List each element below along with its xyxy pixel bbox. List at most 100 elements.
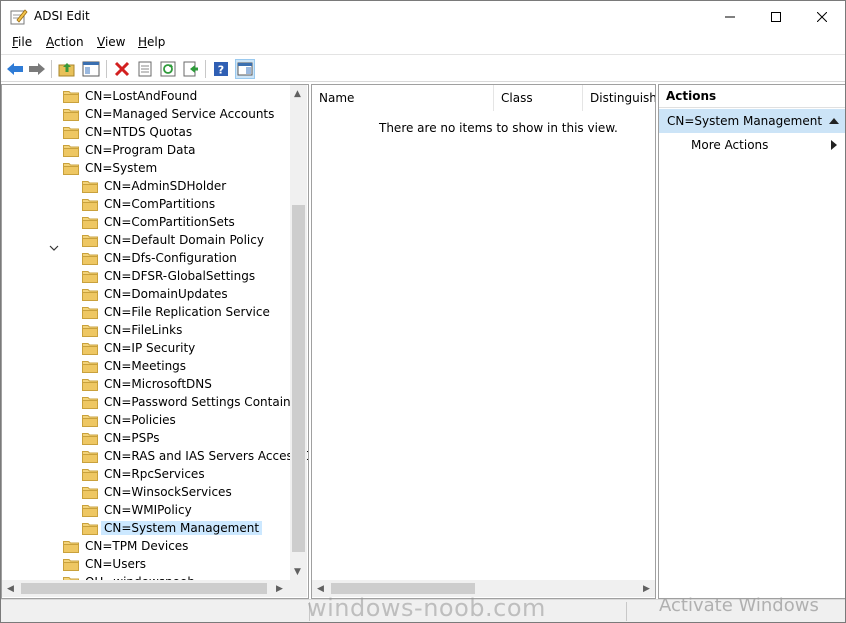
tree-item[interactable]: CN=Program Data [63,141,196,159]
folder-up-icon [58,63,75,77]
tree-item[interactable]: CN=System [63,159,157,177]
tree-item-label: CN=Program Data [85,143,196,157]
tree-vertical-scroll-thumb[interactable] [292,205,305,552]
list-horizontal-scroll-thumb[interactable] [331,583,475,594]
tree-item[interactable]: CN=ComPartitions [82,195,215,213]
help-button[interactable]: ? [211,59,231,79]
maximize-button[interactable] [753,1,799,32]
console-tree-pane[interactable]: OU=windowsnoobCN=UsersCN=TPM DevicesCN=S… [1,84,309,599]
folder-icon [82,216,98,229]
maximize-icon [771,11,781,22]
tree-item[interactable]: CN=LostAndFound [63,87,197,105]
help-icon: ? [214,62,228,77]
actions-group-header[interactable]: CN=System Management [659,109,845,133]
scroll-left-arrow-icon[interactable]: ◀ [317,584,324,594]
scroll-left-arrow-icon[interactable]: ◀ [7,584,14,594]
folder-icon [82,180,98,193]
tree-item-label: CN=File Replication Service [104,305,270,319]
scroll-right-arrow-icon[interactable]: ▶ [643,584,650,594]
tree-item[interactable]: CN=DomainUpdates [82,285,228,303]
column-header-name[interactable]: Name [312,85,494,111]
tree-item[interactable]: CN=Dfs-Configuration [82,249,237,267]
more-actions-item[interactable]: More Actions [691,138,768,152]
tree-item-label: CN=LostAndFound [85,89,198,103]
toolbar-separator [51,60,52,78]
tree-item[interactable]: CN=ComPartitionSets [82,213,235,231]
scroll-right-arrow-icon[interactable]: ▶ [276,584,283,594]
menu-action[interactable]: Action [46,35,84,49]
scroll-up-arrow-icon[interactable]: ▲ [294,89,301,99]
properties-button[interactable] [135,59,155,79]
tree-item[interactable]: CN=WMIPolicy [82,501,192,519]
folder-icon [82,306,98,319]
tree-item[interactable]: CN=WinsockServices [82,483,232,501]
folder-icon [82,468,98,481]
refresh-icon [160,61,176,77]
tree-item-label: CN=ComPartitionSets [104,215,235,229]
tree-item[interactable]: CN=RpcServices [82,465,205,483]
folder-icon [82,432,98,445]
collapse-up-icon[interactable] [829,117,839,125]
tree-item-label: CN=RAS and IAS Servers Access Ch [104,449,309,463]
folder-icon [82,252,98,265]
tree-item-label: CN=WMIPolicy [104,503,192,517]
tree-item[interactable]: CN=TPM Devices [63,537,188,555]
show-hide-console-tree-button[interactable] [81,59,101,79]
toolbar-separator [106,60,107,78]
show-hide-action-pane-button[interactable] [235,59,255,79]
up-one-level-button[interactable] [57,59,77,79]
folder-icon [63,108,79,121]
folder-icon [63,540,79,553]
folder-icon [63,90,79,103]
back-arrow-icon [7,63,23,75]
expand-chevron-icon[interactable] [49,243,59,253]
back-button[interactable] [5,59,25,79]
scroll-down-arrow-icon[interactable]: ▼ [294,567,301,577]
folder-icon [82,198,98,211]
forward-button[interactable] [27,59,47,79]
tree-horizontal-scroll-thumb[interactable] [21,583,267,594]
minimize-button[interactable] [707,1,753,32]
export-list-icon [183,61,198,77]
tree-item[interactable]: CN=Users [63,555,146,573]
tree-item[interactable]: CN=RAS and IAS Servers Access Ch [82,447,309,465]
menu-view[interactable]: View [97,35,125,49]
tree-item-label: CN=DFSR-GlobalSettings [104,269,256,283]
tree-item[interactable]: CN=Default Domain Policy [82,231,264,249]
actions-group-label: CN=System Management [667,114,823,128]
tree-item-label: CN=Managed Service Accounts [85,107,275,121]
tree-item-label: CN=Dfs-Configuration [104,251,237,265]
tree-item[interactable]: CN=PSPs [82,429,160,447]
tree-item[interactable]: CN=System Management [82,519,263,537]
title-bar[interactable]: ADSI Edit [1,1,845,32]
tree-item[interactable]: CN=NTDS Quotas [63,123,192,141]
tree-item-label: CN=AdminSDHolder [104,179,227,193]
tree-item[interactable]: CN=File Replication Service [82,303,270,321]
tree-item[interactable]: CN=Policies [82,411,176,429]
export-list-button[interactable] [181,59,201,79]
delete-button[interactable] [112,59,132,79]
tree-item[interactable]: CN=Meetings [82,357,186,375]
tree-item[interactable]: CN=IP Security [82,339,195,357]
tree-item[interactable]: CN=Managed Service Accounts [63,105,274,123]
adsi-edit-window: ADSI Edit File Action View Help ? CN=Use… [0,0,846,623]
menu-help[interactable]: Help [138,35,165,49]
menu-file[interactable]: File [12,35,32,49]
column-header-distinguished-name[interactable]: Distinguishe [583,85,655,111]
folder-icon [82,324,98,337]
column-header-class[interactable]: Class [494,85,583,111]
delete-x-icon [114,61,130,77]
tree-item[interactable]: CN=FileLinks [82,321,182,339]
refresh-button[interactable] [158,59,178,79]
tree-item-label: CN=WinsockServices [104,485,232,499]
tree-item[interactable]: CN=AdminSDHolder [82,177,226,195]
close-icon [817,11,827,22]
tree-item-label: CN=Users [85,557,147,571]
tree-item[interactable]: CN=Password Settings Container [82,393,303,411]
tree-item[interactable]: CN=DFSR-GlobalSettings [82,267,255,285]
tree-item[interactable]: CN=MicrosoftDNS [82,375,212,393]
folder-icon [82,360,98,373]
close-button[interactable] [799,1,845,32]
folder-icon [82,342,98,355]
results-list-pane[interactable]: Name Class Distinguishe There are no ite… [311,84,656,599]
